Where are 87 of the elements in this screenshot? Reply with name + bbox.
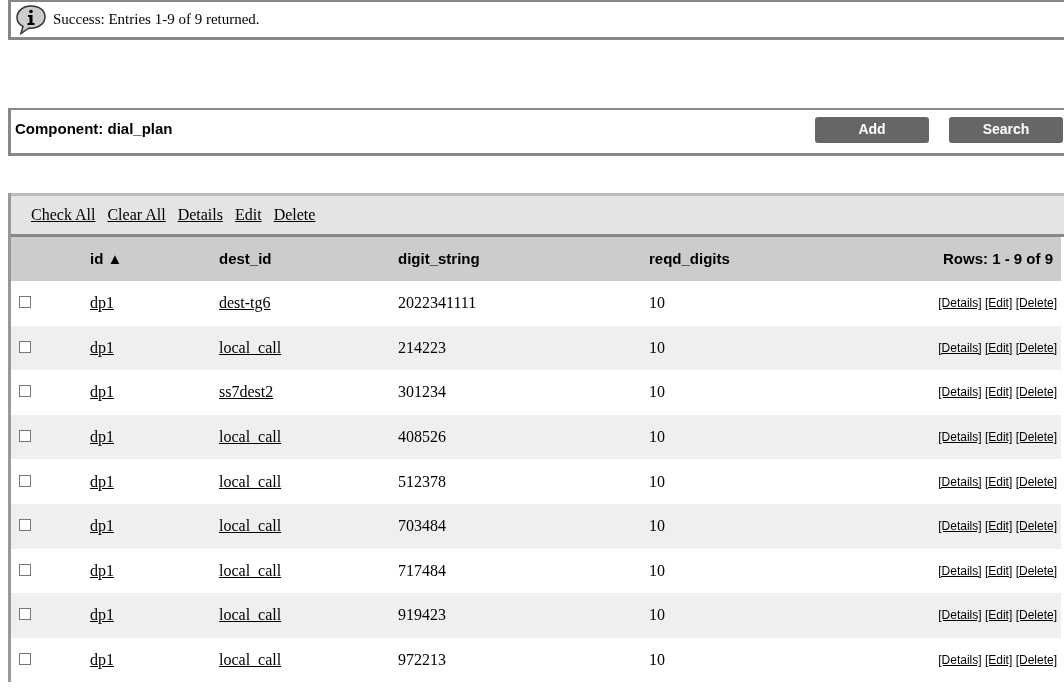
dest-link[interactable]: ss7dest2 (219, 383, 274, 401)
action-link[interactable]: [Edit] (984, 296, 1013, 311)
toolbar-link[interactable]: Delete (273, 203, 316, 227)
checkbox[interactable] (19, 563, 31, 576)
table-cell: 301234 (398, 383, 446, 401)
table-cell: 919423 (398, 606, 446, 624)
sort-column-header[interactable]: id ▲ (90, 249, 123, 267)
action-link[interactable]: [Edit] (984, 430, 1013, 445)
id-link[interactable]: dp1 (90, 651, 114, 669)
action-link[interactable]: [Edit] (984, 608, 1013, 623)
checkbox[interactable] (19, 430, 31, 443)
checkbox[interactable] (19, 296, 31, 309)
table-cell: 2022341111 (398, 294, 477, 312)
column-header[interactable]: dest_id (219, 249, 272, 267)
dest-link[interactable]: dest-tg6 (219, 294, 271, 312)
action-link[interactable]: [Details] (938, 296, 982, 311)
dest-link[interactable]: local_call (219, 651, 282, 669)
table-cell: 717484 (398, 561, 446, 579)
checkbox[interactable] (19, 340, 31, 353)
status-message: Success: Entries 1-9 of 9 returned. (53, 10, 260, 30)
action-link[interactable]: [Details] (938, 653, 982, 668)
toolbar-link[interactable]: Clear All (107, 203, 166, 227)
search-button[interactable]: Search (949, 116, 1063, 143)
action-link[interactable]: [Details] (938, 430, 982, 445)
component-title: Component: dial_plan (15, 119, 173, 140)
dest-link[interactable]: local_call (219, 606, 282, 624)
id-link[interactable]: dp1 (90, 338, 114, 356)
table-cell: 972213 (398, 651, 446, 669)
table-cell: 10 (649, 517, 665, 535)
table-cell: 10 (649, 428, 665, 446)
action-link[interactable]: [Edit] (984, 385, 1013, 400)
table-cell: 10 (649, 651, 665, 669)
action-link[interactable]: [Details] (938, 385, 982, 400)
toolbar-link[interactable]: Details (177, 203, 223, 227)
table-cell: 10 (649, 338, 665, 356)
action-link[interactable]: [Delete] (1015, 430, 1057, 445)
id-link[interactable]: dp1 (90, 606, 114, 624)
table-cell: 10 (649, 472, 665, 490)
id-link[interactable]: dp1 (90, 517, 114, 535)
action-link[interactable]: [Delete] (1015, 340, 1057, 355)
action-link[interactable]: [Delete] (1015, 296, 1057, 311)
action-link[interactable]: [Delete] (1015, 608, 1057, 623)
checkbox[interactable] (19, 608, 31, 621)
dest-link[interactable]: local_call (219, 561, 282, 579)
action-link[interactable]: [Edit] (984, 340, 1013, 355)
table-cell: 703484 (398, 517, 446, 535)
toolbar-link[interactable]: Edit (235, 203, 262, 227)
action-link[interactable]: [Details] (938, 340, 982, 355)
checkbox[interactable] (19, 653, 31, 666)
action-link[interactable]: [Edit] (984, 653, 1013, 668)
table-cell: 10 (649, 294, 665, 312)
table-cell: 10 (649, 561, 665, 579)
dest-link[interactable]: local_call (219, 428, 282, 446)
action-link[interactable]: [Edit] (984, 563, 1013, 578)
id-link[interactable]: dp1 (90, 294, 114, 312)
column-header[interactable]: digit_string (398, 249, 480, 267)
column-header[interactable]: reqd_digits (649, 249, 730, 267)
checkbox[interactable] (19, 474, 31, 487)
action-link[interactable]: [Delete] (1015, 474, 1057, 489)
action-link[interactable]: [Details] (938, 519, 982, 534)
action-link[interactable]: [Delete] (1015, 653, 1057, 668)
action-link[interactable]: [Delete] (1015, 519, 1057, 534)
toolbar-link[interactable]: Check All (31, 203, 96, 227)
action-link[interactable]: [Delete] (1015, 563, 1057, 578)
id-link[interactable]: dp1 (90, 383, 114, 401)
id-link[interactable]: dp1 (90, 561, 114, 579)
id-link[interactable]: dp1 (90, 472, 114, 490)
dest-link[interactable]: local_call (219, 338, 282, 356)
table-cell: 408526 (398, 428, 446, 446)
add-button[interactable]: Add (815, 116, 929, 143)
checkbox[interactable] (19, 519, 31, 532)
dest-link[interactable]: local_call (219, 517, 282, 535)
table-cell: 512378 (398, 472, 446, 490)
action-link[interactable]: [Edit] (984, 474, 1013, 489)
checkbox[interactable] (19, 385, 31, 398)
dest-link[interactable]: local_call (219, 472, 282, 490)
action-link[interactable]: [Edit] (984, 519, 1013, 534)
action-link[interactable]: [Delete] (1015, 385, 1057, 400)
info-icon (15, 4, 47, 35)
table-cell: 214223 (398, 338, 446, 356)
table-cell: 10 (649, 383, 665, 401)
action-link[interactable]: [Details] (938, 474, 982, 489)
id-link[interactable]: dp1 (90, 428, 114, 446)
action-link[interactable]: [Details] (938, 608, 982, 623)
table-cell: 10 (649, 606, 665, 624)
rows-count: Rows: 1 - 9 of 9 (942, 249, 1053, 267)
action-link[interactable]: [Details] (938, 563, 982, 578)
